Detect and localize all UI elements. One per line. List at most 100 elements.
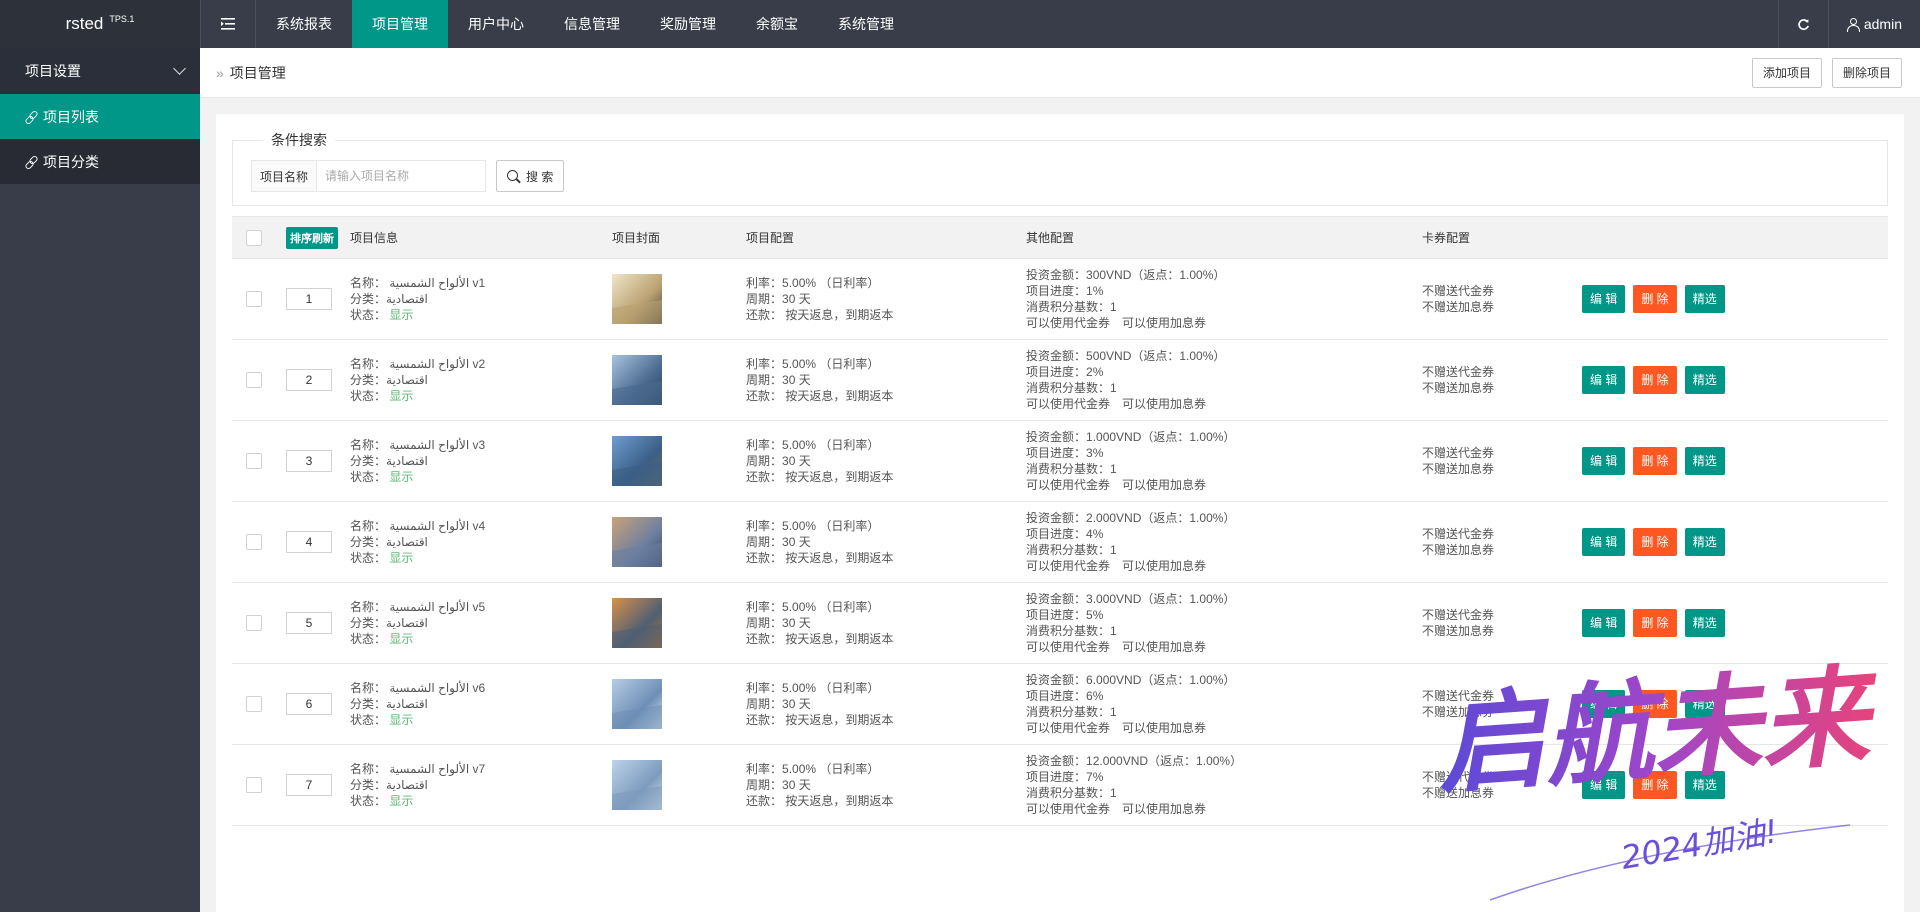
delete-button[interactable]: 删 除 <box>1633 366 1677 394</box>
sort-order-input[interactable] <box>286 288 332 310</box>
add-project-button[interactable]: 添加项目 <box>1751 57 1822 88</box>
breadcrumb-separator: » <box>216 64 224 81</box>
edit-button[interactable]: 编 辑 <box>1582 690 1626 718</box>
search-fieldset: 条件搜索 项目名称 搜 索 <box>232 130 1888 206</box>
period: 30 天 <box>782 535 811 549</box>
row-checkbox[interactable] <box>246 534 262 551</box>
sort-order-input[interactable] <box>286 450 332 472</box>
nav-item-projects[interactable]: 项目管理 <box>352 0 448 48</box>
project-cover-image[interactable] <box>612 436 662 486</box>
delete-button[interactable]: 删 除 <box>1633 609 1677 637</box>
select-all-checkbox[interactable] <box>246 229 262 246</box>
feature-button[interactable]: 精选 <box>1684 690 1725 718</box>
feature-button[interactable]: 精选 <box>1684 366 1725 394</box>
row-checkbox[interactable] <box>246 453 262 470</box>
sort-order-input[interactable] <box>286 612 332 634</box>
interest-rate: 5.00% （日利率） <box>782 762 880 776</box>
feature-button[interactable]: 精选 <box>1684 771 1725 799</box>
nav-item-rewards[interactable]: 奖励管理 <box>640 0 736 48</box>
list-panel: 条件搜索 项目名称 搜 索 排序刷新 项目信息 项目封面 项目配置 其他配置 <box>216 114 1904 912</box>
delete-button[interactable]: 删 除 <box>1633 771 1677 799</box>
interest-rate: 5.00% （日利率） <box>782 681 880 695</box>
status-badge: 显示 <box>389 632 414 646</box>
edit-button[interactable]: 编 辑 <box>1582 447 1626 475</box>
project-info-cell: 名称： الألواح الشمسية v6 分类：اقتصادية 状态： 显示 <box>350 663 612 745</box>
project-cover-image[interactable] <box>612 517 662 567</box>
sort-order-input[interactable] <box>286 531 332 553</box>
sort-order-input[interactable] <box>286 693 332 715</box>
nav-item-users[interactable]: 用户中心 <box>448 0 544 48</box>
project-info-cell: 名称： الألواح الشمسية v4 分类：اقتصادية 状态： 显示 <box>350 501 612 583</box>
nav-item-reports[interactable]: 系统报表 <box>256 0 352 48</box>
points-base: 1 <box>1110 381 1117 395</box>
feature-button[interactable]: 精选 <box>1684 447 1725 475</box>
period: 30 天 <box>782 373 811 387</box>
project-cover-image[interactable] <box>612 598 662 648</box>
status-badge: 显示 <box>389 713 414 727</box>
sort-order-input[interactable] <box>286 369 332 391</box>
search-button[interactable]: 搜 索 <box>496 160 565 192</box>
project-info-cell: 名称： الألواح الشمسية v5 分类：اقتصادية 状态： 显示 <box>350 582 612 664</box>
edit-button[interactable]: 编 辑 <box>1582 609 1626 637</box>
nav-item-balance[interactable]: 余额宝 <box>736 0 818 48</box>
delete-button[interactable]: 删 除 <box>1633 528 1677 556</box>
project-table: 排序刷新 项目信息 项目封面 项目配置 其他配置 卡券配置 名称： الألوا… <box>232 216 1888 826</box>
project-cover-image[interactable] <box>612 679 662 729</box>
table-row: 名称： الألواح الشمسية v2分类：اقتصادية状态： 显示 利… <box>232 339 1888 421</box>
investment-amount: 300VND（返点：1.00%） <box>1086 268 1226 282</box>
table-row: 名称： الألواح الشمسية v6分类：اقتصادية状态： 显示 利… <box>232 663 1888 745</box>
edit-button[interactable]: 编 辑 <box>1582 285 1626 313</box>
row-checkbox[interactable] <box>246 372 262 389</box>
search-input[interactable] <box>316 160 487 192</box>
feature-button[interactable]: 精选 <box>1684 528 1725 556</box>
row-checkbox[interactable] <box>246 696 262 713</box>
investment-amount: 1.000VND（返点：1.00%） <box>1086 430 1236 444</box>
sidebar-group-project-settings[interactable]: 项目设置 <box>0 48 200 94</box>
delete-button[interactable]: 删 除 <box>1633 447 1677 475</box>
project-cover-image[interactable] <box>612 274 662 324</box>
nav-item-info[interactable]: 信息管理 <box>544 0 640 48</box>
edit-button[interactable]: 编 辑 <box>1582 528 1626 556</box>
delete-project-button[interactable]: 删除项目 <box>1831 57 1902 88</box>
project-info-cell: 名称： الألواح الشمسية v3 分类：اقتصادية 状态： 显示 <box>350 420 612 502</box>
repayment: 按天返息，到期返本 <box>785 308 894 322</box>
chevron-down-icon <box>173 62 186 75</box>
brand-logo[interactable]: rsted TPS.1 <box>0 0 200 48</box>
feature-button[interactable]: 精选 <box>1684 609 1725 637</box>
other-config-cell: 投资金额：300VND（返点：1.00%） 项目进度：1% 消费积分基数：1 可以使用… <box>1026 258 1422 340</box>
project-progress: 4% <box>1086 527 1104 541</box>
project-name: الألواح الشمسية v4 <box>389 519 486 533</box>
user-menu[interactable]: admin <box>1827 0 1920 48</box>
project-cover-image[interactable] <box>612 760 662 810</box>
menu-toggle-button[interactable] <box>200 0 256 48</box>
interest-rate: 5.00% （日利率） <box>782 438 880 452</box>
row-checkbox[interactable] <box>246 777 262 794</box>
sidebar-item-project-category[interactable]: 项目分类 <box>0 139 200 184</box>
refresh-button[interactable] <box>1777 0 1828 48</box>
menu-toggle-icon <box>221 18 235 30</box>
row-checkbox[interactable] <box>246 291 262 308</box>
row-checkbox[interactable] <box>246 615 262 632</box>
investment-amount: 3.000VND（返点：1.00%） <box>1086 592 1236 606</box>
edit-button[interactable]: 编 辑 <box>1582 771 1626 799</box>
sort-order-input[interactable] <box>286 774 332 796</box>
edit-button[interactable]: 编 辑 <box>1582 366 1626 394</box>
delete-button[interactable]: 删 除 <box>1633 285 1677 313</box>
project-cover-image[interactable] <box>612 355 662 405</box>
feature-button[interactable]: 精选 <box>1684 285 1725 313</box>
project-info-cell: 名称： الألواح الشمسية v1 分类：اقتصادية 状态： 显示 <box>350 258 612 340</box>
project-progress: 5% <box>1086 608 1104 622</box>
project-config-cell: 利率：5.00% （日利率） 周期：30 天还款： 按天返息，到期返本 <box>746 258 1026 340</box>
project-category: اقتصادية <box>386 778 428 792</box>
search-legend: 条件搜索 <box>271 132 327 148</box>
user-name: admin <box>1863 16 1902 32</box>
delete-button[interactable]: 删 除 <box>1633 690 1677 718</box>
sort-refresh-button[interactable]: 排序刷新 <box>286 226 338 249</box>
coupon-config-cell: 不赠送代金券 不赠送加息券 <box>1422 744 1582 826</box>
sidebar-item-project-list[interactable]: 项目列表 <box>0 94 200 139</box>
header-cover: 项目封面 <box>612 216 746 259</box>
status-badge: 显示 <box>389 389 414 403</box>
nav-item-system[interactable]: 系统管理 <box>818 0 914 48</box>
points-base: 1 <box>1110 300 1117 314</box>
top-bar: rsted TPS.1 系统报表 项目管理 用户中心 信息管理 奖励管理 余额宝 … <box>0 0 1920 48</box>
